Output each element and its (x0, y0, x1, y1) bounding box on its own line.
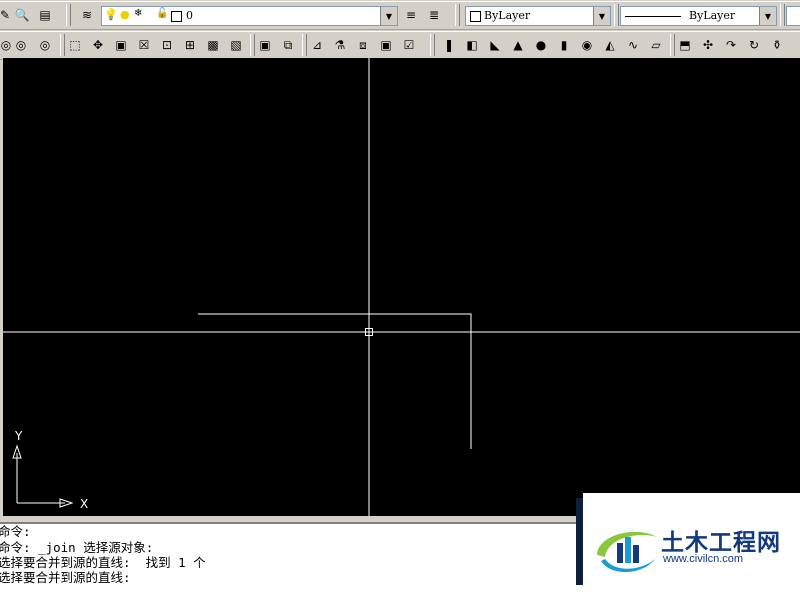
chevron-down-icon[interactable]: ▼ (380, 7, 397, 25)
wedge-icon[interactable]: ☒ (135, 36, 153, 54)
bulb-icon: 💡 (104, 8, 118, 21)
color-value: ByLayer (484, 9, 531, 22)
layers-toolbar: ✎ 🔍 ▤ ≋ 💡 ● ❄ 🔓 0 ▼ ≡ ≣ ByLayer ▼ ByLaye… (0, 1, 800, 30)
subtract-icon[interactable]: ⧉ (279, 36, 297, 54)
cone-icon[interactable]: ⊞ (181, 36, 199, 54)
zoom-icon[interactable]: 🔍 (13, 6, 31, 24)
layer-manager-icon[interactable]: ▤ (36, 6, 54, 24)
extrude-icon[interactable]: ⬒ (676, 36, 694, 54)
linetype-sample (625, 16, 681, 17)
drawn-line[interactable] (198, 313, 472, 449)
color-combo[interactable]: ByLayer ▼ (465, 6, 611, 26)
ucs-y-label: Y (14, 429, 23, 443)
command-history-line: 选择要合并到源的直线: 找到 1 个 (0, 555, 206, 570)
interfere-icon[interactable]: ⧈ (354, 36, 372, 54)
free-orbit-icon[interactable]: ◎ (36, 36, 54, 54)
cylinder-icon[interactable]: ⊡ (158, 36, 176, 54)
revolve-icon[interactable]: ↻ (745, 36, 763, 54)
watermark-logo: 土木工程网 www.civilcn.com (583, 493, 800, 600)
imprint-icon[interactable]: ▣ (377, 36, 395, 54)
sphere-icon[interactable]: ▩ (204, 36, 222, 54)
layer-states-icon[interactable]: ≣ (425, 6, 443, 24)
box-3d-icon[interactable]: ◧ (463, 36, 481, 54)
union-icon[interactable]: ▣ (256, 36, 274, 54)
layer-color-swatch (171, 11, 182, 22)
layers-icon[interactable]: ≋ (78, 6, 96, 24)
watermark-title: 土木工程网 (661, 530, 781, 556)
chevron-down-icon[interactable]: ▼ (759, 7, 776, 25)
linetype-combo[interactable]: ByLayer ▼ (620, 6, 777, 26)
sphere-3d-icon[interactable]: ● (532, 36, 550, 54)
lock-icon: 🔓 (156, 8, 169, 19)
slice-icon[interactable]: ⊿ (308, 36, 326, 54)
layer-combo[interactable]: 💡 ● ❄ 🔓 0 ▼ (101, 6, 398, 26)
watermark-bar (576, 498, 583, 585)
pyramid-icon[interactable]: ◭ (601, 36, 619, 54)
drawing-svg: Y X (3, 58, 800, 516)
sweep-icon[interactable]: ↷ (722, 36, 740, 54)
pencil-icon[interactable]: ✎ (0, 6, 14, 24)
check-icon[interactable]: ☑ (400, 36, 418, 54)
loft-icon[interactable]: ⚱ (768, 36, 786, 54)
box-solid-icon[interactable]: ▣ (112, 36, 130, 54)
section-icon[interactable]: ⚗ (331, 36, 349, 54)
command-history-line: 命令: (0, 524, 31, 539)
torus-icon[interactable]: ▧ (227, 36, 245, 54)
wedge-3d-icon[interactable]: ◣ (486, 36, 504, 54)
cylinder-3d-icon[interactable]: ▮ (555, 36, 573, 54)
color-swatch (470, 11, 481, 22)
drawing-canvas[interactable]: Y X (3, 58, 800, 516)
move-3d-icon[interactable]: ✥ (89, 36, 107, 54)
cone-3d-icon[interactable]: ▲ (509, 36, 527, 54)
modeling-toolbar: ◎ ◎ ◎ ⬚ ✥ ▣ ☒ ⊡ ⊞ ▩ ▧ ▣ ⧉ ⊿ ⚗ ⧈ ▣ ☑ ❚ ◧ … (0, 31, 800, 60)
layer-name: 0 (186, 9, 193, 22)
box-icon[interactable]: ⬚ (66, 36, 84, 54)
command-prompt-line[interactable]: 选择要合并到源的直线: (0, 570, 131, 585)
command-history-line: 命令: _join 选择源对象: (0, 540, 154, 555)
watermark-url: www.civilcn.com (663, 553, 744, 565)
continuous-orbit-icon[interactable]: ◎ (12, 36, 30, 54)
helix-icon[interactable]: ∿ (624, 36, 642, 54)
ucs-x-label: X (80, 497, 88, 511)
freeze-icon: ❄ (134, 8, 143, 19)
planar-surface-icon[interactable]: ▱ (647, 36, 665, 54)
lineweight-combo[interactable] (786, 6, 800, 26)
linetype-value: ByLayer (689, 9, 736, 22)
torus-3d-icon[interactable]: ◉ (578, 36, 596, 54)
polysolid-icon[interactable]: ❚ (440, 36, 458, 54)
presspull-icon[interactable]: ✣ (699, 36, 717, 54)
make-current-icon[interactable]: ≡ (402, 6, 420, 24)
sun-icon: ● (120, 8, 130, 21)
logo-icon (597, 531, 657, 573)
chevron-down-icon[interactable]: ▼ (593, 7, 610, 25)
